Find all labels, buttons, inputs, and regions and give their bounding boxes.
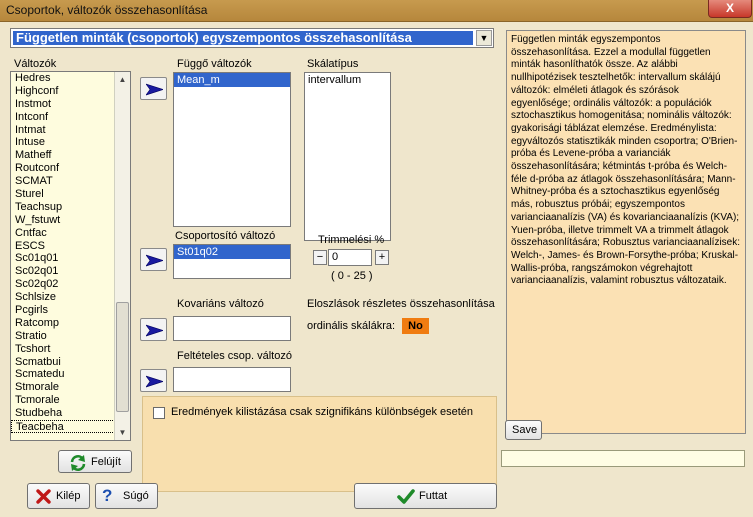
variable-item[interactable]: Instmot [11, 98, 115, 111]
significant-only-checkbox[interactable] [153, 407, 165, 419]
add-grouping-button[interactable] [140, 248, 167, 271]
arrow-right-icon [146, 324, 163, 337]
refresh-button[interactable]: Felújít [58, 450, 132, 473]
variable-item[interactable]: Scmatbui [11, 356, 115, 369]
variable-item[interactable]: Highconf [11, 85, 115, 98]
variable-item[interactable]: W_fstuwt [11, 214, 115, 227]
arrow-right-icon [146, 83, 163, 96]
variable-item[interactable]: Teacbeha [11, 420, 115, 433]
save-button[interactable]: Save [505, 420, 542, 440]
trim-decrease-button[interactable]: − [313, 250, 327, 265]
distribution-toggle[interactable]: No [402, 318, 429, 334]
scroll-up-icon[interactable]: ▲ [115, 72, 130, 87]
dialog-client: Független minták (csoportok) egyszempont… [0, 22, 753, 517]
variable-item[interactable]: Intmat [11, 124, 115, 137]
variable-item[interactable]: Schlsize [11, 291, 115, 304]
scroll-thumb[interactable] [116, 302, 129, 412]
variables-items: Hedres Highconf Instmot Intconf Intmat Intuse… [11, 72, 115, 433]
variable-item[interactable]: SCMAT [11, 175, 115, 188]
add-conditional-button[interactable] [140, 369, 167, 392]
distribution-label: Eloszlások részletes összehasonlítása [307, 298, 495, 310]
variable-item[interactable]: Intconf [11, 111, 115, 124]
window-title: Csoportok, változók összehasonlítása [6, 3, 208, 17]
variables-scrollbar[interactable]: ▲ ▼ [114, 72, 130, 440]
arrow-right-icon [146, 375, 163, 388]
scale-type-label: Skálatípus [307, 58, 359, 70]
run-button-label: Futtat [419, 490, 448, 502]
run-button[interactable]: Futtat [354, 483, 497, 509]
variable-item[interactable]: Stratio [11, 330, 115, 343]
module-select-value: Független minták (csoportok) egyszempont… [13, 31, 473, 45]
module-description: Független minták egyszempontos összehaso… [506, 30, 746, 434]
exit-button[interactable]: Kilép [27, 483, 90, 509]
add-dependent-button[interactable] [140, 77, 167, 100]
refresh-button-label: Felújít [91, 456, 121, 468]
variable-item[interactable]: Sc02q02 [11, 278, 115, 291]
distribution-panel: Eloszlások részletes összehasonlítása or… [301, 292, 497, 343]
checkmark-icon [397, 489, 415, 504]
grouping-list[interactable]: St01q02 [173, 244, 291, 279]
variable-item[interactable]: Pcgirls [11, 304, 115, 317]
variable-item[interactable]: Sc01q01 [11, 252, 115, 265]
variable-item[interactable]: Studbeha [11, 407, 115, 420]
trim-input[interactable]: 0 [328, 249, 372, 266]
variables-label: Változók [14, 58, 57, 70]
close-button[interactable]: X [708, 0, 752, 18]
variable-item[interactable]: Intuse [11, 136, 115, 149]
save-button-label: Save [512, 424, 538, 436]
variable-item[interactable]: Scmatedu [11, 368, 115, 381]
exit-button-label: Kilép [56, 490, 81, 502]
trim-label: Trimmelési % [318, 234, 385, 246]
distribution-ordinal-label: ordinális skálákra: [307, 320, 396, 332]
module-select[interactable]: Független minták (csoportok) egyszempont… [10, 28, 494, 48]
close-x-icon [36, 489, 51, 504]
covariate-label: Kovariáns változó [177, 298, 264, 310]
significant-only-label: Eredmények kilistázása csak szignifikáns… [171, 406, 474, 418]
trim-increase-button[interactable]: + [375, 250, 389, 265]
variable-item[interactable]: Routconf [11, 162, 115, 175]
dependent-label: Függő változók [177, 58, 252, 70]
refresh-icon [70, 455, 86, 471]
dependent-list[interactable]: Mean_m [173, 72, 291, 227]
scroll-down-icon[interactable]: ▼ [115, 425, 130, 440]
variables-list[interactable]: Hedres Highconf Instmot Intconf Intmat Intuse… [10, 71, 131, 441]
title-bar: Csoportok, változók összehasonlítása X [0, 0, 753, 22]
variable-item[interactable]: Matheff [11, 149, 115, 162]
variable-item[interactable]: Sc02q01 [11, 265, 115, 278]
conditional-label: Feltételes csop. változó [177, 350, 292, 362]
variable-item[interactable]: Teachsup [11, 201, 115, 214]
variable-item[interactable]: Hedres [11, 72, 115, 85]
trim-range: ( 0 - 25 ) [331, 270, 373, 282]
variable-item[interactable]: Tcshort [11, 343, 115, 356]
variable-item[interactable]: ESCS [11, 240, 115, 253]
variable-item[interactable]: Stmorale [11, 381, 115, 394]
help-button[interactable]: ? Súgó [95, 483, 158, 509]
grouping-item[interactable]: St01q02 [174, 245, 290, 259]
grouping-label: Csoportosító változó [175, 230, 276, 242]
covariate-field[interactable] [173, 316, 291, 341]
status-field [501, 450, 745, 467]
variable-item[interactable]: Tcmorale [11, 394, 115, 407]
help-button-label: Súgó [123, 490, 149, 502]
chevron-down-icon[interactable]: ▼ [476, 30, 492, 46]
dependent-item[interactable]: Mean_m [174, 73, 290, 87]
variable-item[interactable]: Ratcomp [11, 317, 115, 330]
help-icon: ? [102, 486, 113, 505]
variable-item[interactable]: Sturel [11, 188, 115, 201]
scale-type-item[interactable]: intervallum [305, 73, 390, 87]
variable-item[interactable]: Cntfac [11, 227, 115, 240]
close-icon: X [725, 1, 734, 15]
add-covariate-button[interactable] [140, 318, 167, 341]
conditional-field[interactable] [173, 367, 291, 392]
scale-type-list[interactable]: intervallum [304, 72, 391, 241]
arrow-right-icon [146, 254, 163, 267]
